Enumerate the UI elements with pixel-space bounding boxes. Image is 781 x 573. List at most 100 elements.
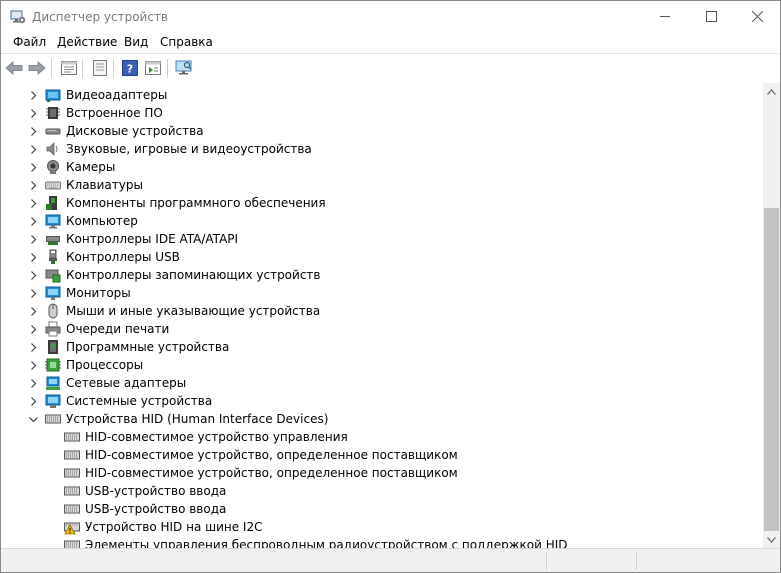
tree-category-row[interactable]: Очереди печати (1, 320, 761, 338)
chevron-down-icon (767, 536, 776, 543)
close-button[interactable] (734, 1, 780, 32)
tree-category-row[interactable]: Звуковые, игровые и видеоустройства (1, 140, 761, 158)
tree-category-label: Очереди печати (66, 322, 170, 336)
expand-toggle[interactable] (27, 287, 39, 299)
expand-toggle[interactable] (27, 197, 39, 209)
chevron-down-icon (28, 416, 38, 422)
tree-category-label: Компьютер (66, 214, 138, 228)
expand-toggle[interactable] (27, 341, 39, 353)
tree-category-row[interactable]: Сетевые адаптеры (1, 374, 761, 392)
minimize-icon (659, 16, 670, 17)
expand-toggle[interactable] (27, 233, 39, 245)
device-manager-app-icon (10, 10, 26, 24)
tree-category-row[interactable]: Встроенное ПО (1, 104, 761, 122)
system-device-icon (45, 394, 61, 408)
scroll-down-button[interactable] (763, 531, 780, 548)
tree-category-row[interactable]: Контроллеры запоминающих устройств (1, 266, 761, 284)
maximize-button[interactable] (688, 1, 734, 32)
keyboard-icon (45, 181, 61, 190)
toolbar-separator (82, 59, 83, 78)
status-separator (636, 552, 637, 570)
expand-toggle[interactable] (27, 305, 39, 317)
scroll-up-button[interactable] (763, 83, 780, 100)
tree-category-row[interactable]: Процессоры (1, 356, 761, 374)
tree-category-row[interactable]: Компоненты программного обеспечения (1, 194, 761, 212)
help-icon: ? (122, 60, 138, 76)
menu-action[interactable]: Действие (55, 34, 119, 51)
tree-device-row[interactable]: USB-устройство ввода (1, 482, 761, 500)
ide-controller-icon (46, 236, 60, 245)
tree-category-row[interactable]: Программные устройства (1, 338, 761, 356)
tree-device-row[interactable]: HID-совместимое устройство, определенное… (1, 446, 761, 464)
tree-device-row[interactable]: HID-совместимое устройство управления (1, 428, 761, 446)
tree-device-row[interactable]: Устройство HID на шине I2C (1, 518, 761, 536)
help-button[interactable]: ? (121, 59, 139, 77)
chevron-right-icon (30, 144, 36, 154)
hid-device-icon (64, 540, 80, 548)
chevron-right-icon (30, 306, 36, 316)
menu-view[interactable]: Вид (122, 34, 150, 51)
expand-toggle[interactable] (27, 323, 39, 335)
tree-category-label: Контроллеры USB (66, 250, 180, 264)
tree-device-row[interactable]: USB-устройство ввода (1, 500, 761, 518)
tree-device-row[interactable]: HID-совместимое устройство, определенное… (1, 464, 761, 482)
tree-category-label: Мониторы (66, 286, 131, 300)
status-separator (546, 552, 547, 570)
hid-icon (45, 414, 61, 424)
tree-category-label: Звуковые, игровые и видеоустройства (66, 142, 312, 156)
chevron-right-icon (30, 342, 36, 352)
tree-category-row[interactable]: Системные устройства (1, 392, 761, 410)
expand-toggle[interactable] (27, 107, 39, 119)
view-icon (145, 61, 161, 75)
expand-toggle[interactable] (27, 359, 39, 371)
update-driver-button[interactable] (91, 59, 109, 77)
menu-help[interactable]: Справка (158, 34, 215, 51)
expand-toggle[interactable] (27, 179, 39, 191)
scan-hardware-button[interactable] (175, 59, 193, 77)
hid-device-icon (64, 432, 80, 442)
expand-toggle-expanded[interactable] (27, 413, 39, 425)
chevron-up-icon (767, 88, 776, 95)
minimize-button[interactable] (642, 1, 688, 32)
properties-button[interactable] (60, 59, 78, 77)
tree-category-row[interactable]: Компьютер (1, 212, 761, 230)
expand-toggle[interactable] (27, 143, 39, 155)
expand-toggle[interactable] (27, 161, 39, 173)
tree-device-label: USB-устройство ввода (85, 502, 227, 516)
chevron-right-icon (30, 378, 36, 388)
expand-toggle[interactable] (27, 125, 39, 137)
tree-device-label: USB-устройство ввода (85, 484, 227, 498)
expand-toggle[interactable] (27, 377, 39, 389)
speaker-icon (46, 142, 58, 156)
tree-category-row[interactable]: Устройства HID (Human Interface Devices) (1, 410, 761, 428)
view-button[interactable] (144, 59, 162, 77)
scroll-thumb[interactable] (764, 208, 779, 531)
tree-category-label: Программные устройства (66, 340, 230, 354)
expand-toggle[interactable] (27, 215, 39, 227)
expand-toggle[interactable] (27, 269, 39, 281)
vertical-scrollbar[interactable] (763, 83, 780, 548)
tree-category-row[interactable]: Дисковые устройства (1, 122, 761, 140)
tree-category-row[interactable]: Видеоадаптеры (1, 86, 761, 104)
chevron-right-icon (30, 234, 36, 244)
menu-file[interactable]: Файл (11, 34, 48, 51)
tree-category-label: Сетевые адаптеры (66, 376, 187, 390)
monitor-icon (45, 286, 61, 300)
tree-category-row[interactable]: Мыши и иные указывающие устройства (1, 302, 761, 320)
back-button[interactable] (5, 59, 23, 77)
tree-category-row[interactable]: Контроллеры USB (1, 248, 761, 266)
title-bar[interactable]: Диспетчер устройств (1, 1, 780, 32)
chevron-right-icon (30, 162, 36, 172)
tree-category-row[interactable]: Мониторы (1, 284, 761, 302)
expand-toggle[interactable] (27, 89, 39, 101)
tree-category-row[interactable]: Камеры (1, 158, 761, 176)
tree-device-row[interactable]: Элементы управления беспроводным радиоус… (1, 536, 761, 548)
tree-category-row[interactable]: Клавиатуры (1, 176, 761, 194)
hid-warning-icon (64, 522, 80, 535)
forward-button[interactable] (28, 59, 46, 77)
expand-toggle[interactable] (27, 395, 39, 407)
device-tree[interactable]: Видеоадаптеры Встроенное ПО Дисковые устро… (1, 83, 763, 548)
expand-toggle[interactable] (27, 251, 39, 263)
chevron-right-icon (30, 252, 36, 262)
tree-category-row[interactable]: Контроллеры IDE ATA/ATAPI (1, 230, 761, 248)
